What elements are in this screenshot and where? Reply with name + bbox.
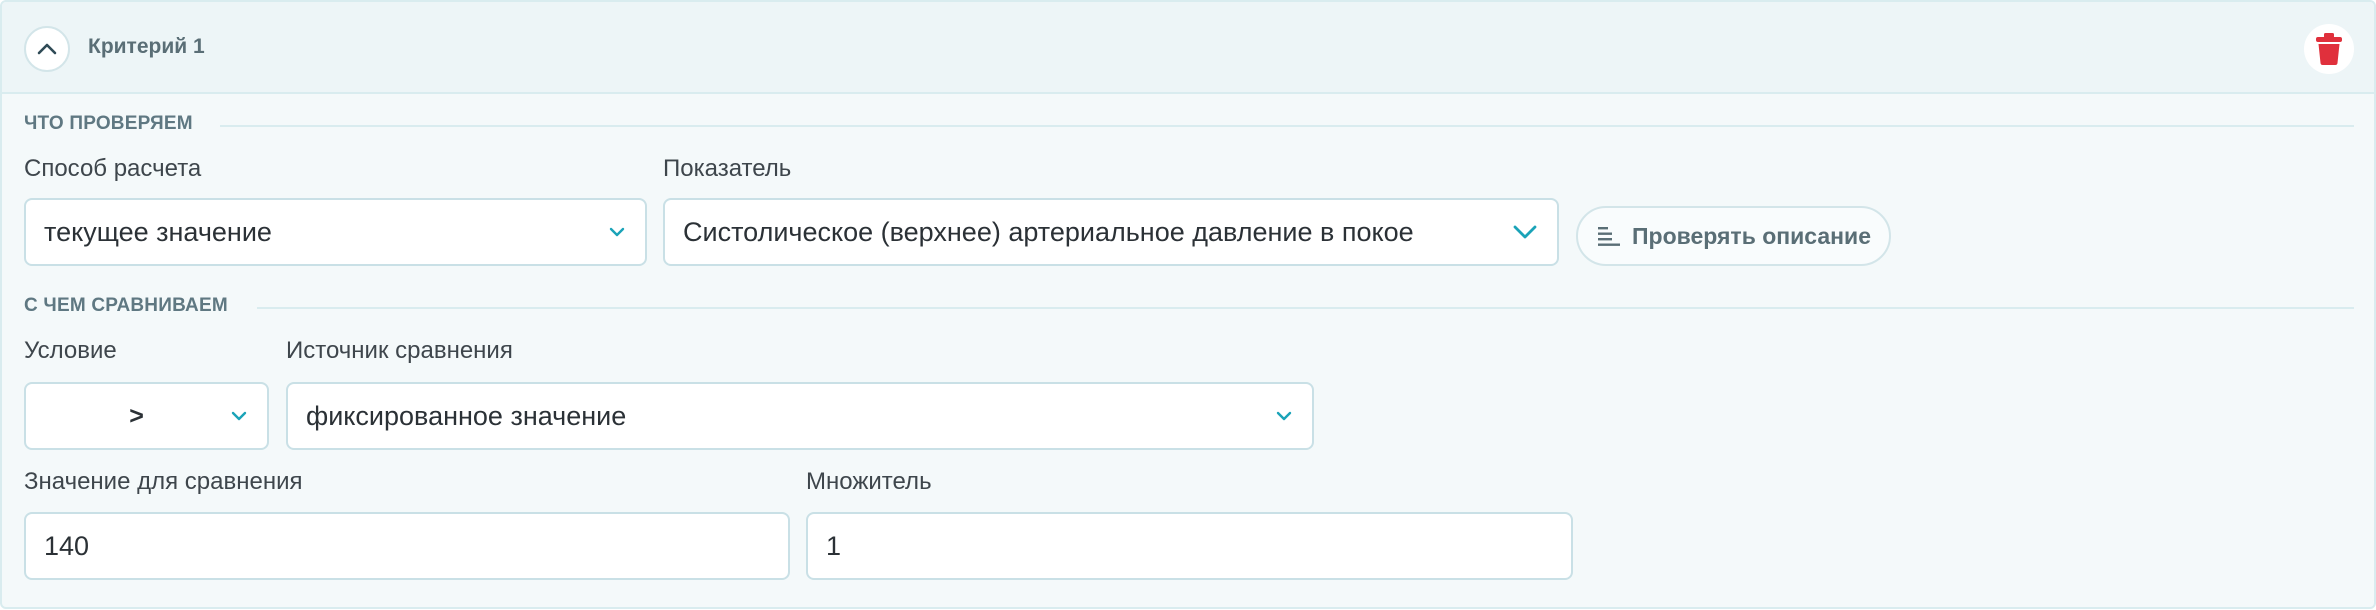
calc-method-select[interactable]: текущее значение — [24, 198, 647, 266]
compare-value-input[interactable]: 140 — [24, 512, 790, 580]
multiplier-input[interactable]: 1 — [806, 512, 1573, 580]
indicator-value: Систолическое (верхнее) артериальное дав… — [683, 216, 1414, 247]
indicator-label: Показатель — [663, 155, 792, 182]
chevron-down-icon — [609, 227, 625, 237]
condition-label: Условие — [24, 337, 117, 364]
trash-icon — [2316, 33, 2342, 65]
source-label: Источник сравнения — [286, 337, 513, 364]
delete-button[interactable] — [2304, 24, 2354, 74]
multiplier-label: Множитель — [806, 468, 932, 495]
compare-section-title: С ЧЕМ СРАВНИВАЕМ — [24, 295, 228, 316]
criterion-header: Критерий 1 — [2, 2, 2374, 94]
compare-value-label: Значение для сравнения — [24, 468, 303, 495]
chevron-up-icon — [37, 43, 57, 55]
what-section-title: ЧТО ПРОВЕРЯЕМ — [24, 113, 193, 134]
compare-section-divider — [257, 307, 2354, 309]
check-description-button[interactable]: Проверять описание — [1576, 206, 1891, 266]
condition-value: > — [129, 401, 144, 430]
check-description-label: Проверять описание — [1632, 222, 1871, 249]
source-select[interactable]: фиксированное значение — [286, 382, 1314, 450]
chevron-down-icon — [231, 411, 247, 421]
multiplier-text: 1 — [826, 530, 842, 561]
condition-select[interactable]: > — [24, 382, 269, 450]
source-value: фиксированное значение — [306, 400, 627, 431]
calc-method-value: текущее значение — [44, 216, 272, 247]
criterion-title: Критерий 1 — [88, 35, 205, 58]
collapse-button[interactable] — [24, 26, 70, 72]
calc-method-label: Способ расчета — [24, 155, 202, 182]
chevron-down-icon — [1513, 225, 1537, 239]
compare-value-text: 140 — [44, 530, 90, 561]
chevron-down-icon — [1276, 411, 1292, 421]
what-section-divider — [220, 125, 2354, 127]
criterion-card: Критерий 1 ЧТО ПРОВЕРЯЕМ Способ расчета … — [0, 0, 2376, 609]
text-lines-icon — [1598, 227, 1620, 246]
indicator-select[interactable]: Систолическое (верхнее) артериальное дав… — [663, 198, 1559, 266]
